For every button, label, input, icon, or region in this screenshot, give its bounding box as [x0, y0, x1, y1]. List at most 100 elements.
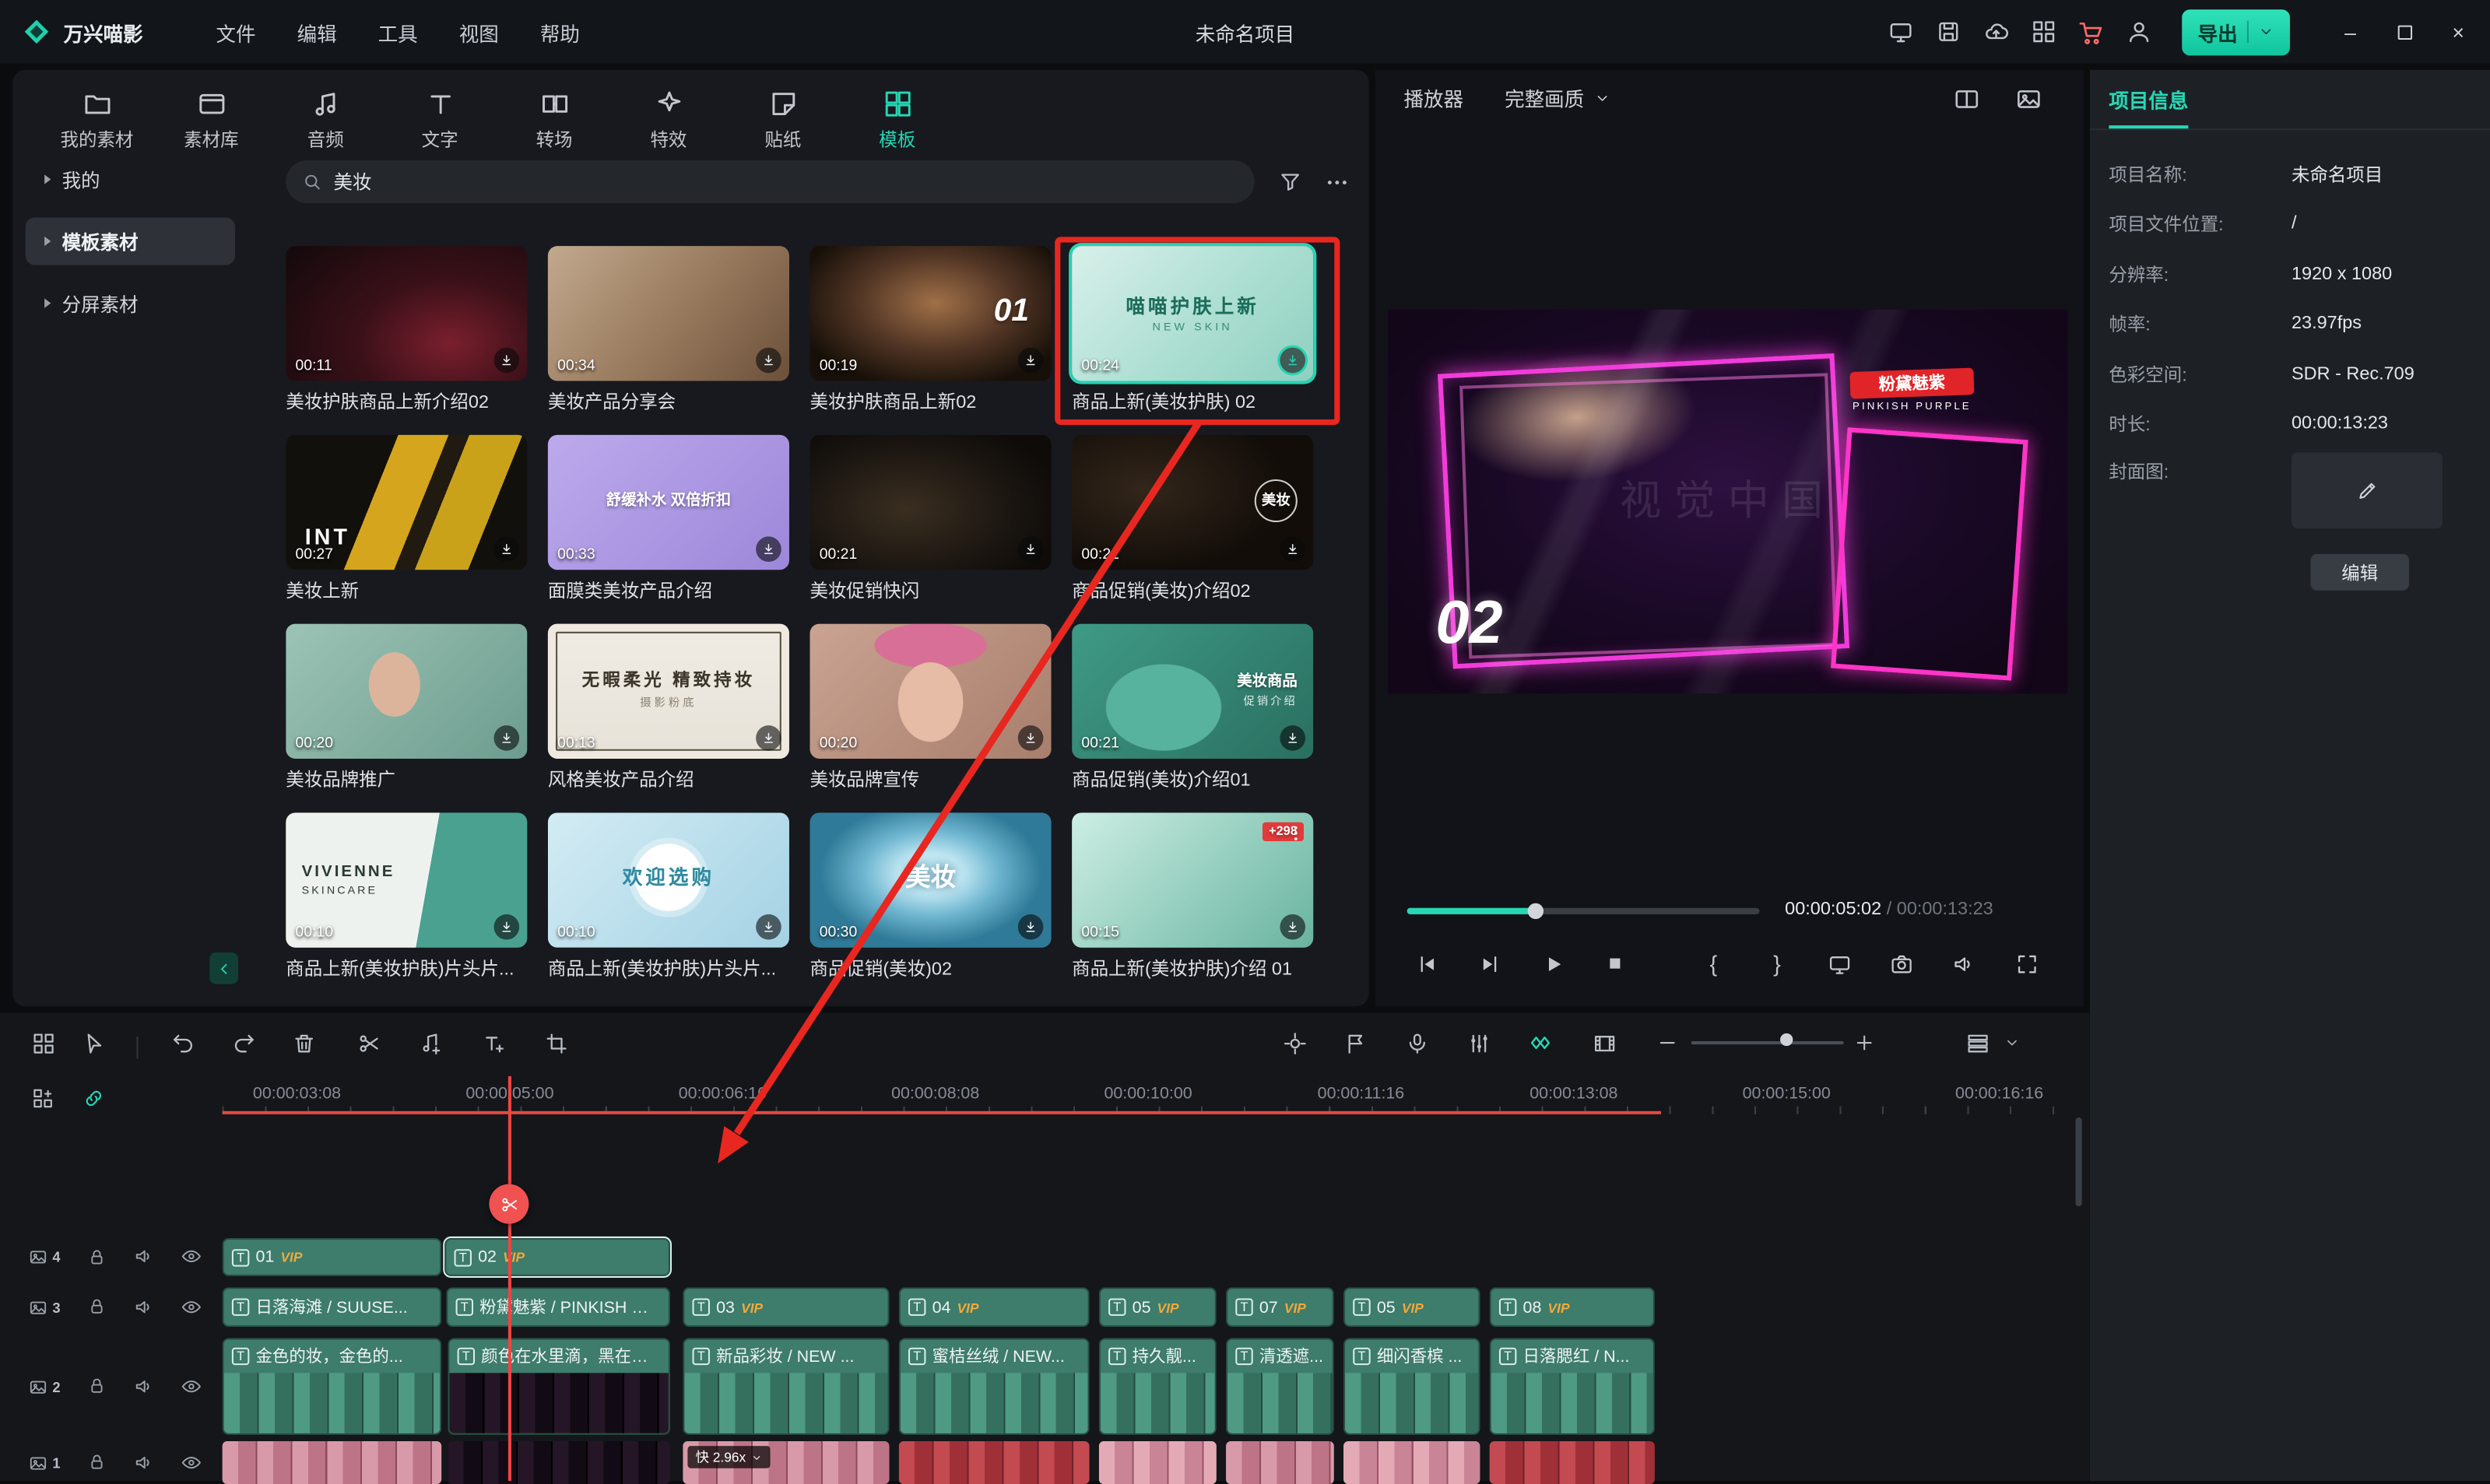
display-device-icon[interactable] — [1823, 948, 1855, 980]
mute-track-icon[interactable] — [133, 1448, 154, 1477]
render-preview-icon[interactable] — [1588, 1027, 1620, 1059]
volume-icon[interactable] — [1947, 948, 1979, 980]
tab-text[interactable]: 文字 — [394, 82, 486, 159]
template-card[interactable]: VIVIENNESKINCARE00:10商品上新(美妆护肤)片头片... — [286, 812, 527, 981]
track-height-chevron-icon[interactable] — [1997, 1027, 2028, 1059]
template-card[interactable]: 欢迎选购00:10商品上新(美妆护肤)片头片... — [548, 812, 789, 981]
sidebar-item-splitscreen-assets[interactable]: 分屏素材 — [26, 279, 235, 327]
timeline-clip[interactable]: 细闪香槟 ... — [1343, 1338, 1480, 1434]
stop-icon[interactable] — [1599, 948, 1631, 980]
zoom-slider[interactable] — [1691, 1041, 1844, 1044]
record-voiceover-icon[interactable] — [1400, 1027, 1432, 1059]
cover-image-box[interactable] — [2292, 452, 2443, 528]
hide-track-icon[interactable] — [181, 1372, 202, 1401]
timeline-clip[interactable] — [899, 1441, 1090, 1484]
compare-view-icon[interactable] — [1953, 86, 1980, 114]
menu-view[interactable]: 视图 — [459, 16, 499, 47]
progress-knob[interactable] — [1528, 903, 1544, 919]
timeline-clip[interactable]: 01VIP — [223, 1238, 442, 1276]
sidebar-item-mine[interactable]: 我的 — [26, 156, 235, 203]
timeline-clip[interactable]: 日落腮红 / N... — [1490, 1338, 1655, 1434]
template-card[interactable]: 舒缓补水 双倍折扣00:33面膜类美妆产品介绍 — [548, 435, 789, 603]
cut-at-playhead-button[interactable] — [489, 1184, 529, 1224]
redo-icon[interactable] — [227, 1027, 259, 1059]
sidebar-item-template-assets[interactable]: 模板素材 — [26, 217, 235, 265]
template-card[interactable]: 美妆00:22商品促销(美妆)介绍02 — [1072, 435, 1313, 603]
audio-mixer-icon[interactable] — [1463, 1027, 1494, 1059]
timeline-clip[interactable]: 蜜桔丝绒 / NEW... — [899, 1338, 1090, 1434]
cloud-upload-icon[interactable] — [1982, 17, 2011, 46]
timeline-clip[interactable] — [1099, 1441, 1217, 1484]
minimize-button[interactable]: – — [2331, 12, 2369, 51]
timeline-clip[interactable]: 07VIP — [1226, 1287, 1334, 1327]
menu-edit[interactable]: 编辑 — [297, 16, 337, 47]
zoom-out-icon[interactable] — [1652, 1027, 1684, 1059]
template-card[interactable]: 无暇柔光 精致持妆摄影粉底00:13风格美妆产品介绍 — [548, 624, 789, 792]
zoom-in-icon[interactable] — [1849, 1027, 1881, 1059]
download-icon[interactable] — [756, 348, 781, 374]
download-icon[interactable] — [1018, 536, 1044, 562]
cart-icon[interactable] — [2077, 17, 2106, 46]
speed-badge[interactable]: 快 2.96x — [687, 1446, 769, 1468]
tab-stickers[interactable]: 贴纸 — [737, 82, 829, 159]
crop-icon[interactable] — [540, 1027, 572, 1059]
card-more-icon[interactable] — [1287, 819, 1305, 847]
download-icon[interactable] — [1280, 914, 1305, 940]
tab-audio[interactable]: 音频 — [279, 82, 371, 159]
download-icon[interactable] — [756, 725, 781, 751]
template-card[interactable]: INT00:27美妆上新 — [286, 435, 527, 603]
hide-track-icon[interactable] — [181, 1243, 202, 1272]
template-card[interactable]: 00:20美妆品牌推广 — [286, 624, 527, 792]
template-card[interactable]: 美妆00:30商品促销(美妆)02 — [810, 812, 1052, 981]
timeline-clip[interactable]: 快 2.96x — [683, 1441, 889, 1484]
timeline-clip[interactable]: 粉黛魅紫 / PINKISH P... — [446, 1287, 670, 1327]
mark-out-icon[interactable]: } — [1761, 948, 1793, 980]
timeline-clip-selected[interactable]: 02VIP — [444, 1238, 670, 1276]
template-card-selected[interactable]: 喵喵护肤上新NEW SKIN00:24商品上新(美妆护肤) 02 — [1072, 246, 1313, 414]
tab-project-info[interactable]: 项目信息 — [2109, 84, 2188, 128]
template-card[interactable]: 00:20美妆品牌宣传 — [810, 624, 1052, 792]
menu-help[interactable]: 帮助 — [540, 16, 580, 47]
filter-icon[interactable] — [1278, 168, 1302, 197]
hide-track-icon[interactable] — [181, 1293, 202, 1321]
download-icon[interactable] — [756, 536, 781, 562]
undo-icon[interactable] — [167, 1027, 198, 1059]
account-icon[interactable] — [2125, 17, 2154, 46]
download-icon[interactable] — [494, 348, 520, 374]
previous-frame-icon[interactable] — [1410, 948, 1442, 980]
timeline-clip[interactable]: 08VIP — [1490, 1287, 1655, 1327]
template-card[interactable]: 美妆商品促销介绍00:21商品促销(美妆)介绍01 — [1072, 624, 1313, 792]
snapshot-camera-icon[interactable] — [1885, 948, 1917, 980]
menu-file[interactable]: 文件 — [216, 16, 255, 47]
download-icon[interactable] — [494, 536, 520, 562]
download-icon[interactable] — [1280, 536, 1305, 562]
timeline-clip[interactable]: 04VIP — [899, 1287, 1090, 1327]
mute-track-icon[interactable] — [133, 1372, 154, 1401]
keyframe-icon[interactable] — [1525, 1027, 1557, 1059]
download-icon[interactable] — [494, 914, 520, 940]
video-preview[interactable]: 视觉中国 02 粉黛魅紫 PINKISH PURPLE — [1388, 310, 2067, 694]
playback-progress-bar[interactable] — [1407, 908, 1760, 914]
save-project-icon[interactable] — [1934, 17, 1963, 46]
quality-dropdown[interactable]: 完整画质 — [1505, 82, 1610, 113]
timeline-clip[interactable]: 清透遮... — [1226, 1338, 1334, 1434]
lock-track-icon[interactable] — [87, 1243, 106, 1272]
collapse-sidebar-button[interactable] — [209, 952, 238, 984]
timeline-clip[interactable] — [1226, 1441, 1334, 1484]
play-icon[interactable] — [1537, 948, 1569, 980]
lock-track-icon[interactable] — [87, 1293, 106, 1321]
marker-flag-icon[interactable] — [1339, 1027, 1371, 1059]
track-height-icon[interactable] — [1961, 1027, 1993, 1059]
more-options-icon[interactable] — [1325, 168, 1350, 197]
timeline-clip[interactable]: 05VIP — [1099, 1287, 1217, 1327]
template-card[interactable]: +29800:15商品上新(美妆护肤)介绍 01 — [1072, 812, 1313, 981]
tab-effects[interactable]: 特效 — [623, 82, 715, 159]
download-icon[interactable] — [1280, 725, 1305, 751]
search-input[interactable] — [333, 170, 1191, 193]
timeline-clip[interactable]: 金色的妆，金色的... — [223, 1338, 442, 1434]
next-frame-icon[interactable] — [1473, 948, 1505, 980]
template-card[interactable]: 00:11美妆护肤商品上新介绍02 — [286, 246, 527, 414]
maximize-button[interactable] — [2385, 12, 2423, 51]
lock-track-icon[interactable] — [87, 1448, 106, 1477]
download-icon[interactable] — [1018, 914, 1044, 940]
